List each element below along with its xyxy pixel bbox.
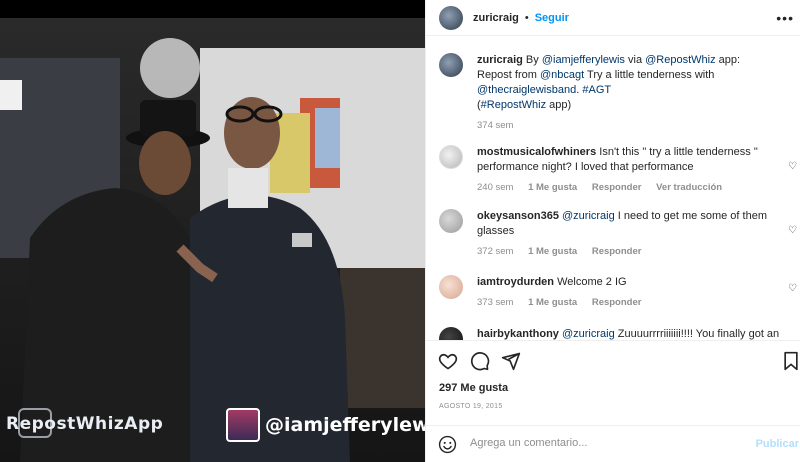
avatar[interactable]: [439, 275, 463, 299]
comment-row: okeysanson365 @zuricraig I need to get m…: [439, 209, 797, 259]
post-side-panel: zuricraig • Seguir ••• zuricraig By @iam…: [425, 0, 800, 462]
likes-count[interactable]: 297 Me gusta: [439, 382, 508, 394]
watermark-repostwhiz: RepostWhizApp: [6, 414, 164, 434]
post-date[interactable]: AGOSTO 19, 2015: [439, 403, 503, 410]
comment-like-heart-icon[interactable]: ♡: [788, 283, 797, 294]
comment-text: Zuuuurrrriiiiiii!!!! You finally got an: [614, 328, 780, 340]
mention-link[interactable]: @RepostWhiz: [645, 54, 715, 66]
comment-username[interactable]: hairbykanthony: [477, 328, 559, 340]
comment-time[interactable]: 372 sem: [477, 246, 513, 257]
emoji-icon[interactable]: [438, 435, 457, 454]
comment-username[interactable]: mostmusicalofwhiners: [477, 146, 596, 158]
reply-button[interactable]: Responder: [592, 297, 642, 308]
watermark-handle: @iamjefferylewis: [265, 414, 425, 436]
watermark-handle-group: @iamjefferylewis: [226, 408, 425, 442]
mention-link[interactable]: @zuricraig: [562, 210, 615, 222]
caption-username[interactable]: zuricraig: [477, 54, 523, 66]
mention-link[interactable]: @thecraiglewisband: [477, 84, 576, 96]
comment-time[interactable]: 240 sem: [477, 182, 513, 193]
comment-row: hairbykanthony @zuricraig Zuuuurrrriiiii…: [439, 327, 797, 340]
comment-row: iamtroydurden Welcome 2 IG 373 sem 1 Me …: [439, 275, 797, 310]
header-dot: •: [524, 11, 529, 24]
publish-button[interactable]: Publicar: [756, 438, 799, 450]
avatar[interactable]: [439, 53, 463, 77]
mention-link[interactable]: @iamjefferylewis: [542, 54, 625, 66]
comment-like-heart-icon[interactable]: ♡: [788, 225, 797, 236]
photo-image: [0, 18, 425, 462]
comment-username[interactable]: iamtroydurden: [477, 276, 554, 288]
caption-text: Try a little tenderness with: [584, 69, 715, 81]
comment-like-heart-icon[interactable]: ♡: [788, 161, 797, 172]
heart-icon[interactable]: [438, 351, 458, 371]
follow-button[interactable]: Seguir: [535, 12, 569, 24]
more-options-icon[interactable]: •••: [776, 10, 794, 26]
action-bar: [426, 340, 800, 380]
comment-likes[interactable]: 1 Me gusta: [528, 182, 577, 193]
comment-input[interactable]: [470, 437, 740, 449]
hashtag-link[interactable]: #AGT: [582, 84, 611, 96]
comment-text: Welcome 2 IG: [557, 276, 627, 288]
reply-button[interactable]: Responder: [592, 182, 642, 193]
post-photo[interactable]: RepostWhizApp @iamjefferylewis: [0, 0, 425, 462]
post-header: zuricraig • Seguir •••: [426, 0, 800, 36]
comment-row: mostmusicalofwhiners Isn't this " try a …: [439, 145, 797, 195]
photo-top-bar: [0, 0, 425, 18]
reply-button[interactable]: Responder: [592, 246, 642, 257]
watermark-avatar: [226, 408, 260, 442]
avatar[interactable]: [439, 145, 463, 169]
hashtag-link[interactable]: #RepostWhiz: [481, 99, 546, 111]
caption-time[interactable]: 374 sem: [477, 120, 513, 131]
comment-likes[interactable]: 1 Me gusta: [528, 297, 577, 308]
caption-text: via: [624, 54, 646, 66]
comment-time[interactable]: 373 sem: [477, 297, 513, 308]
share-icon[interactable]: [501, 351, 521, 371]
translate-button[interactable]: Ver traducción: [656, 182, 722, 193]
avatar[interactable]: [439, 327, 463, 340]
comment-icon[interactable]: [470, 351, 490, 371]
avatar[interactable]: [439, 5, 463, 30]
mention-link[interactable]: @nbcagt: [540, 69, 584, 81]
header-username[interactable]: zuricraig: [473, 12, 519, 24]
avatar[interactable]: [439, 209, 463, 233]
bookmark-icon[interactable]: [781, 351, 800, 371]
caption: zuricraig By @iamjefferylewis via @Repos…: [439, 53, 797, 133]
comment-username[interactable]: okeysanson365: [477, 210, 559, 222]
comment-likes[interactable]: 1 Me gusta: [528, 246, 577, 257]
mention-link[interactable]: @zuricraig: [562, 328, 615, 340]
add-comment-bar: Publicar: [426, 425, 800, 462]
caption-text: app): [546, 99, 572, 111]
caption-text: By: [525, 54, 542, 66]
comments-list[interactable]: zuricraig By @iamjefferylewis via @Repos…: [426, 37, 800, 340]
